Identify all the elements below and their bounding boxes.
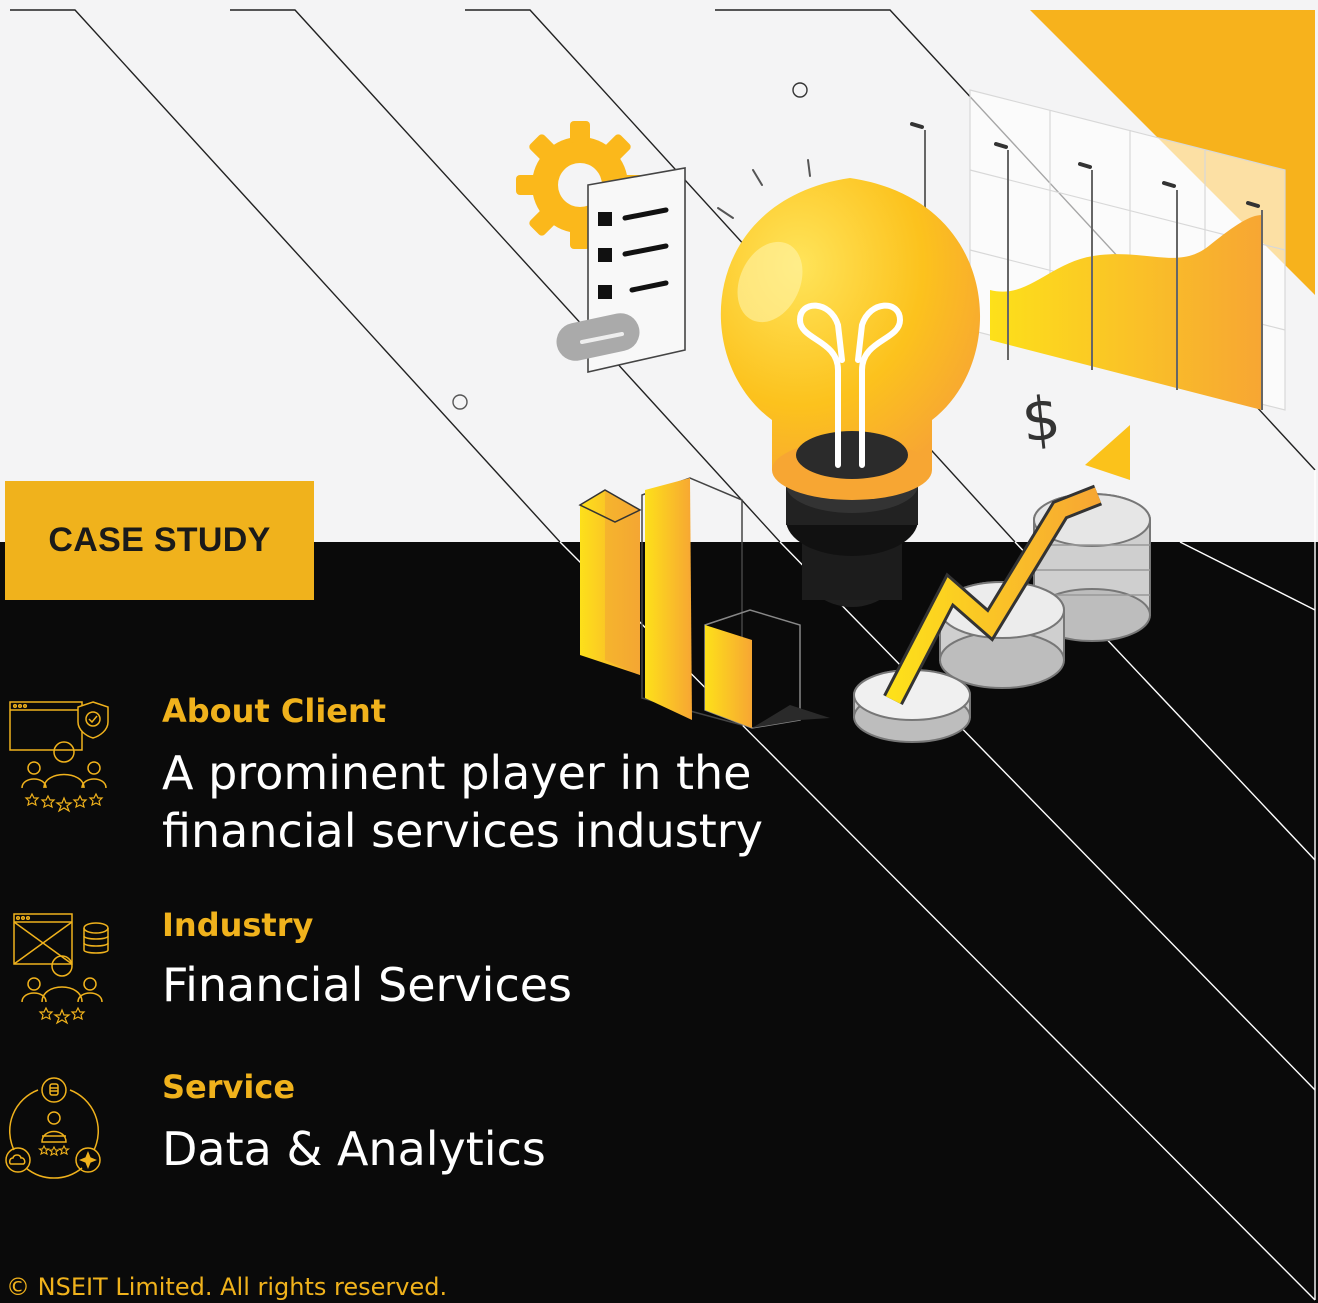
- copyright-footer: © NSEIT Limited. All rights reserved.: [6, 1273, 448, 1301]
- industry-value: Financial Services: [162, 958, 573, 1012]
- about-client-label: About Client: [162, 692, 387, 730]
- client-rating-icon: [9, 701, 109, 813]
- case-study-badge: CASE STUDY: [5, 481, 314, 600]
- dollar-sign: $: [1018, 383, 1063, 457]
- industry-dashboard-icon: [13, 913, 109, 1025]
- service-section: Service Data & Analytics: [162, 1068, 546, 1178]
- industry-section: Industry Financial Services: [162, 906, 572, 1014]
- service-label: Service: [162, 1068, 296, 1106]
- service-value: Data & Analytics: [162, 1122, 546, 1176]
- case-study-label: CASE STUDY: [48, 521, 271, 559]
- lightbulb-icon: [720, 178, 981, 607]
- industry-label: Industry: [162, 906, 314, 944]
- service-network-icon: [5, 1077, 101, 1179]
- about-client-value-line1: A prominent player in the: [162, 746, 752, 800]
- about-client-section: About Client A prominent player in the f…: [162, 692, 763, 860]
- about-client-value-line2: financial services industry: [162, 804, 763, 858]
